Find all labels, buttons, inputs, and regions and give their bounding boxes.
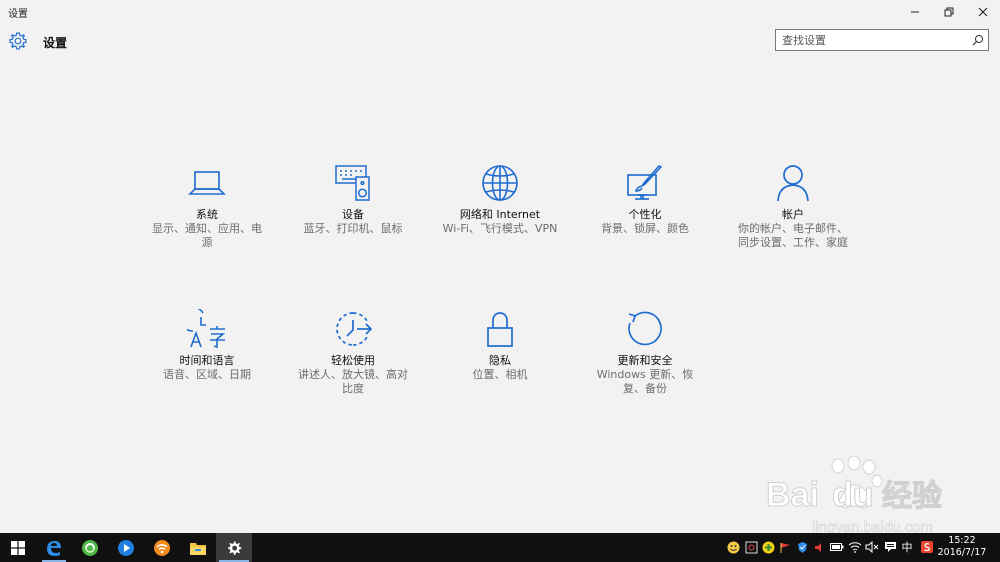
globe-icon — [482, 165, 518, 201]
tile-label: 时间和语言 — [179, 354, 235, 367]
tile-label: 轻松使用 — [331, 354, 375, 367]
clock-date: 2016/7/17 — [937, 547, 987, 558]
restore-icon — [944, 7, 954, 17]
tile-update-security[interactable]: 更新和安全 Windows 更新、恢复、备份 — [583, 309, 707, 396]
tray-flag-icon[interactable] — [778, 540, 792, 554]
tile-label: 设备 — [342, 208, 364, 221]
tray-shield-icon[interactable] — [795, 540, 809, 554]
tile-description: 你的帐户、电子邮件、同步设置、工作、家庭 — [738, 222, 848, 249]
tile-privacy[interactable]: 隐私 位置、相机 — [438, 309, 562, 382]
tray-360-icon[interactable] — [761, 540, 775, 554]
sogou-ime-icon[interactable] — [920, 540, 934, 554]
tile-description: 显示、通知、应用、电源 — [152, 222, 262, 249]
tray-screenshot-icon[interactable] — [744, 540, 758, 554]
person-icon — [777, 165, 809, 202]
taskbar-wifi-app[interactable] — [144, 533, 180, 562]
tile-personalization[interactable]: 个性化 背景、锁屏、颜色 — [583, 163, 707, 236]
gear-icon — [228, 540, 242, 555]
time-language-icon — [187, 309, 226, 349]
tile-devices[interactable]: 设备 蓝牙、打印机、鼠标 — [291, 163, 415, 236]
gear-icon — [9, 32, 27, 50]
tile-label: 更新和安全 — [617, 354, 673, 367]
search-input[interactable] — [782, 33, 962, 47]
speaker-muted-icon[interactable] — [865, 540, 879, 554]
tile-label: 个性化 — [628, 208, 662, 221]
wifi-icon[interactable] — [848, 540, 862, 554]
ime-indicator[interactable]: 中 — [900, 540, 914, 554]
taskbar-media-player[interactable] — [108, 533, 144, 562]
taskbar-file-explorer[interactable] — [180, 533, 216, 562]
tray-emoji-icon[interactable] — [726, 540, 740, 554]
taskbar-clock[interactable]: 15:22 2016/7/17 — [934, 535, 990, 559]
keyboard-speaker-icon — [335, 165, 370, 201]
taskbar-edge[interactable] — [36, 533, 72, 562]
tile-accounts[interactable]: 帐户 你的帐户、电子邮件、同步设置、工作、家庭 — [731, 163, 855, 250]
ease-of-access-icon — [336, 312, 373, 346]
action-center-icon[interactable] — [883, 540, 897, 554]
baidu-jingyan-watermark: Bai du 经验 jingyan.baidu.com — [762, 455, 962, 536]
folder-icon — [190, 542, 206, 555]
laptop-icon — [188, 171, 226, 195]
tray-volume-warning-icon[interactable] — [812, 540, 826, 554]
search-icon[interactable] — [972, 34, 984, 46]
search-box[interactable] — [775, 29, 989, 51]
tile-system[interactable]: 系统 显示、通知、应用、电源 — [145, 163, 269, 250]
taskbar-360-browser[interactable] — [72, 533, 108, 562]
tile-description: 位置、相机 — [472, 368, 528, 381]
tile-label: 网络和 Internet — [459, 208, 541, 221]
tile-description: 语音、区域、日期 — [163, 368, 251, 381]
start-button[interactable] — [0, 533, 36, 562]
restore-button[interactable] — [932, 0, 966, 24]
baidu-paw-logo: Bai du 经验 jingyan.baidu.com — [766, 455, 943, 536]
tile-network[interactable]: 网络和 Internet Wi-Fi、飞行模式、VPN — [438, 163, 562, 236]
tile-description: 讲述人、放大镜、高对比度 — [298, 368, 408, 395]
minimize-icon — [911, 11, 919, 13]
edge-browser-icon — [47, 540, 61, 556]
media-player-icon — [118, 539, 134, 556]
tile-description: Windows 更新、恢复、备份 — [596, 368, 694, 395]
minimize-button[interactable] — [898, 0, 932, 24]
tile-description: 蓝牙、打印机、鼠标 — [303, 222, 403, 235]
page-title: 设置 — [43, 36, 68, 50]
wifi-app-icon — [154, 539, 170, 556]
clock-time: 15:22 — [948, 535, 976, 546]
taskbar: 中 15:22 2016/7/17 — [0, 533, 1000, 562]
svg-text:Bai: Bai — [766, 476, 819, 514]
tile-label: 系统 — [196, 208, 218, 221]
taskbar-settings[interactable] — [216, 533, 252, 562]
title-bar: 设置 — [0, 0, 1000, 24]
close-icon — [978, 7, 988, 17]
tile-description: 背景、锁屏、颜色 — [601, 222, 689, 235]
watermark-product: 经验 — [882, 479, 942, 514]
close-button[interactable] — [966, 0, 1000, 24]
tile-time-language[interactable]: 时间和语言 语音、区域、日期 — [145, 309, 269, 382]
windows-logo-icon — [11, 540, 25, 555]
360-browser-icon — [82, 539, 98, 556]
paint-brush-icon — [627, 165, 663, 200]
tile-label: 隐私 — [489, 354, 511, 367]
tile-label: 帐户 — [782, 208, 804, 221]
svg-text:du: du — [832, 476, 874, 514]
tile-description: Wi-Fi、飞行模式、VPN — [442, 222, 558, 235]
window-title: 设置 — [8, 9, 28, 20]
lock-icon — [487, 312, 513, 347]
battery-icon[interactable] — [830, 540, 844, 554]
tile-ease-of-access[interactable]: 轻松使用 讲述人、放大镜、高对比度 — [291, 309, 415, 396]
update-icon — [628, 311, 662, 346]
